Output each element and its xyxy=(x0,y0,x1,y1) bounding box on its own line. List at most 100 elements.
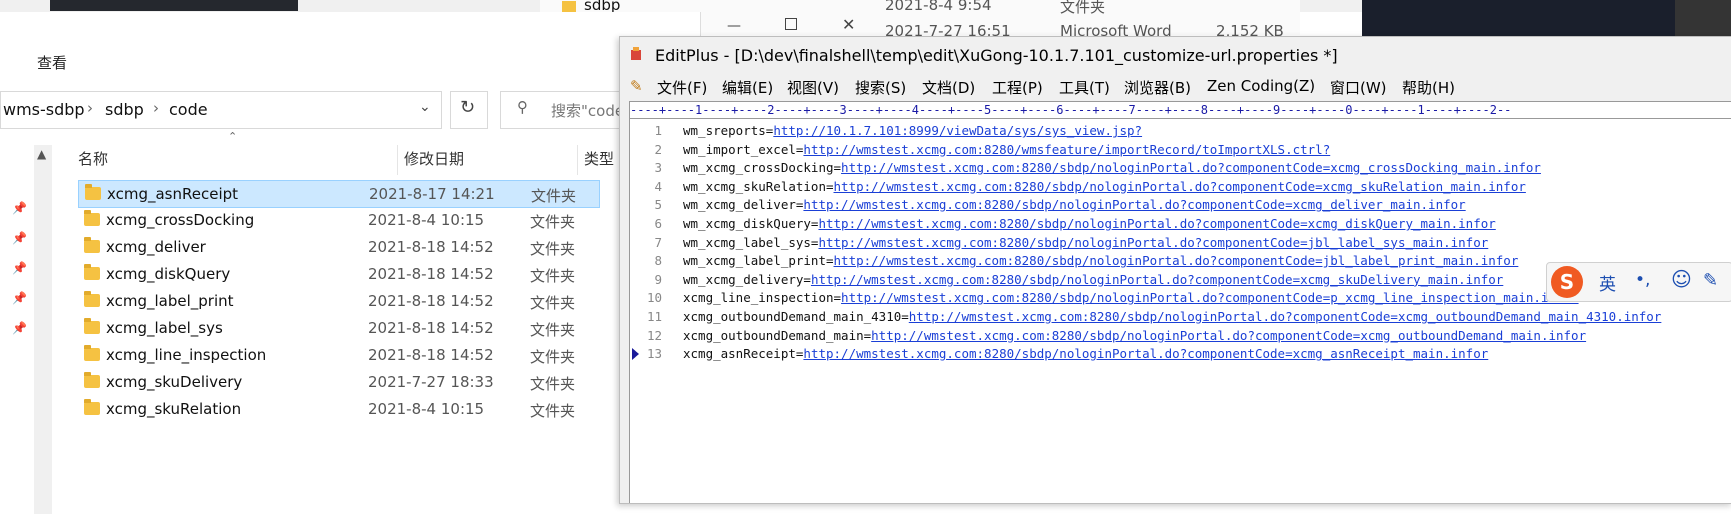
search-placeholder: 搜索"code xyxy=(551,102,625,120)
toolbox-icon[interactable]: ✎ xyxy=(1703,270,1718,291)
property-url-link[interactable]: http://wmstest.xcmg.com:8280/sbdp/nologi… xyxy=(871,328,1586,343)
chevron-down-icon[interactable]: ⌄ xyxy=(419,99,431,115)
file-name: xcmg_crossDocking xyxy=(106,211,255,229)
punctuation-icon[interactable]: •, xyxy=(1635,270,1650,290)
line-number: 8 xyxy=(654,253,662,269)
menu-bar: ✎ 文件(F) 编辑(E) 视图(V) 搜索(S) 文档(D) 工程(P) 工具… xyxy=(620,77,1731,99)
property-url-link[interactable]: http://wmstest.xcmg.com:8280/sbdp/nologi… xyxy=(818,216,1495,231)
code-line[interactable]: wm_xcmg_label_sys=http://wmstest.xcmg.co… xyxy=(683,235,1488,250)
property-key: wm_xcmg_diskQuery= xyxy=(683,216,819,231)
column-divider[interactable] xyxy=(577,145,578,175)
property-url-link[interactable]: http://wmstest.xcmg.com:8280/sbdp/nologi… xyxy=(841,160,1541,175)
breadcrumb-item[interactable]: code xyxy=(169,100,208,119)
file-date: 2021-8-18 14:52 xyxy=(368,238,494,256)
property-url-link[interactable]: http://wmstest.xcmg.com:8280/sbdp/nologi… xyxy=(909,309,1662,324)
property-url-link[interactable]: http://wmstest.xcmg.com:8280/sbdp/nologi… xyxy=(818,235,1488,250)
address-bar[interactable]: wms-sdbp › sdbp › code ⌄ xyxy=(0,91,442,129)
line-number: 7 xyxy=(654,234,662,250)
folder-icon xyxy=(85,184,101,200)
menu-document[interactable]: 文档(D) xyxy=(922,77,975,98)
code-line[interactable]: wm_import_excel=http://wmstest.xcmg.com:… xyxy=(683,142,1330,157)
pin-icon[interactable]: 📌 xyxy=(12,261,27,275)
code-line[interactable]: wm_xcmg_skuRelation=http://wmstest.xcmg.… xyxy=(683,179,1526,194)
chevron-right-icon: › xyxy=(153,99,159,117)
code-line[interactable]: xcmg_line_inspection=http://wmstest.xcmg… xyxy=(683,290,1579,305)
editor-area[interactable]: 1 wm_sreports=http://10.1.7.101:8999/view… xyxy=(629,119,1731,503)
breadcrumb-item[interactable]: sdbp xyxy=(105,100,144,119)
property-url-link[interactable]: http://wmstest.xcmg.com:8280/sbdp/nologi… xyxy=(834,253,1519,268)
property-url-link[interactable]: http://wmstest.xcmg.com:8280/sbdp/nologi… xyxy=(811,272,1503,287)
scroll-up-icon[interactable]: ▲ xyxy=(37,147,46,161)
property-url-link[interactable]: http://wmstest.xcmg.com:8280/wmsfeature/… xyxy=(803,142,1330,157)
sort-ascending-icon: ⌃ xyxy=(228,130,238,143)
menu-tools[interactable]: 工具(T) xyxy=(1059,77,1110,98)
file-row[interactable]: xcmg_deliver 2021-8-18 14:52 文件夹 xyxy=(78,234,598,260)
ime-language-toggle[interactable]: 英 xyxy=(1599,270,1616,295)
property-url-link[interactable]: http://wmstest.xcmg.com:8280/sbdp/nologi… xyxy=(841,290,1579,305)
sogou-logo-icon[interactable]: S xyxy=(1551,266,1583,298)
file-row[interactable]: xcmg_diskQuery 2021-8-18 14:52 文件夹 xyxy=(78,261,598,287)
file-row[interactable]: xcmg_label_print 2021-8-18 14:52 文件夹 xyxy=(78,288,598,314)
file-date: 2021-8-4 10:15 xyxy=(368,400,485,418)
pin-icon[interactable]: 📌 xyxy=(12,321,27,335)
file-type: 文件夹 xyxy=(530,348,576,366)
pin-icon[interactable]: 📌 xyxy=(12,231,27,245)
file-row[interactable]: xcmg_label_sys 2021-8-18 14:52 文件夹 xyxy=(78,315,598,341)
file-row[interactable]: xcmg_skuDelivery 2021-7-27 18:33 文件夹 xyxy=(78,369,598,395)
window-title: EditPlus - [D:\dev\finalshell\temp\edit\… xyxy=(655,46,1338,65)
menu-zen-coding[interactable]: Zen Coding(Z) xyxy=(1207,77,1315,95)
code-line[interactable]: xcmg_outboundDemand_main=http://wmstest.… xyxy=(683,328,1586,343)
column-header-type[interactable]: 类型 xyxy=(584,148,614,169)
menu-project[interactable]: 工程(P) xyxy=(992,77,1043,98)
file-type: 文件夹 xyxy=(530,402,576,420)
file-type: 文件夹 xyxy=(530,213,576,231)
column-header-date[interactable]: 修改日期 xyxy=(404,148,464,169)
file-type: 文件夹 xyxy=(530,267,576,285)
file-row[interactable]: xcmg_skuRelation 2021-8-4 10:15 文件夹 xyxy=(78,396,598,422)
refresh-button[interactable]: ↻ xyxy=(450,91,488,129)
code-line[interactable]: wm_xcmg_label_print=http://wmstest.xcmg.… xyxy=(683,253,1518,268)
file-type: 文件夹 xyxy=(530,375,576,393)
file-date: 2021-8-18 14:52 xyxy=(368,265,494,283)
property-url-link[interactable]: http://wmstest.xcmg.com:8280/sbdp/nologi… xyxy=(834,179,1526,194)
line-number: 6 xyxy=(654,216,662,231)
file-type: 文件夹 xyxy=(530,240,576,258)
ime-toolbar[interactable]: S 英 •, ☺ ✎ xyxy=(1546,262,1731,302)
file-date: 2021-8-18 14:52 xyxy=(368,319,494,337)
file-row[interactable]: xcmg_crossDocking 2021-8-4 10:15 文件夹 xyxy=(78,207,598,233)
column-header-name[interactable]: 名称 xyxy=(78,148,108,169)
menu-file[interactable]: 文件(F) xyxy=(657,77,707,98)
property-key: wm_sreports= xyxy=(683,123,774,138)
menu-view[interactable]: 视图(V) xyxy=(787,77,839,98)
nav-pane-scrollbar[interactable]: ▲ xyxy=(34,145,52,514)
menu-help[interactable]: 帮助(H) xyxy=(1402,77,1455,98)
pin-icon[interactable]: 📌 xyxy=(12,291,27,305)
code-line[interactable]: wm_sreports=http://10.1.7.101:8999/viewD… xyxy=(683,123,1142,138)
code-line[interactable]: wm_xcmg_deliver=http://wmstest.xcmg.com:… xyxy=(683,197,1466,212)
code-line[interactable]: wm_xcmg_diskQuery=http://wmstest.xcmg.co… xyxy=(683,216,1496,231)
ribbon-tab-view[interactable]: 查看 xyxy=(37,52,67,73)
editplus-app-icon[interactable] xyxy=(630,47,642,61)
column-divider[interactable] xyxy=(397,145,398,175)
property-key: wm_import_excel= xyxy=(683,141,804,157)
emoji-icon[interactable]: ☺ xyxy=(1671,267,1692,291)
pin-icon[interactable]: 📌 xyxy=(12,201,27,215)
close-icon[interactable]: ✕ xyxy=(842,15,855,34)
menu-window[interactable]: 窗口(W) xyxy=(1330,77,1387,98)
file-row[interactable]: xcmg_line_inspection 2021-8-18 14:52 文件夹 xyxy=(78,342,598,368)
property-url-link[interactable]: http://10.1.7.101:8999/viewData/sys/sys_… xyxy=(773,123,1142,138)
menu-search[interactable]: 搜索(S) xyxy=(855,77,906,98)
code-line[interactable]: wm_xcmg_delivery=http://wmstest.xcmg.com… xyxy=(683,272,1503,287)
folder-icon xyxy=(84,318,100,334)
menu-browser[interactable]: 浏览器(B) xyxy=(1124,77,1191,98)
property-url-link[interactable]: http://wmstest.xcmg.com:8280/sbdp/nologi… xyxy=(803,197,1465,212)
code-line[interactable]: wm_xcmg_crossDocking=http://wmstest.xcmg… xyxy=(683,160,1541,175)
property-url-link[interactable]: http://wmstest.xcmg.com:8280/sbdp/nologi… xyxy=(803,346,1488,361)
menu-edit[interactable]: 编辑(E) xyxy=(722,77,773,98)
minimize-icon[interactable]: — xyxy=(727,18,741,34)
breadcrumb-item[interactable]: wms-sdbp xyxy=(3,100,85,119)
code-line[interactable]: xcmg_asnReceipt=http://wmstest.xcmg.com:… xyxy=(683,346,1488,361)
code-line[interactable]: xcmg_outboundDemand_main_4310=http://wms… xyxy=(683,309,1661,324)
maximize-icon[interactable] xyxy=(785,18,797,30)
file-row[interactable]: xcmg_asnReceipt 2021-8-17 14:21 文件夹 xyxy=(78,180,600,208)
